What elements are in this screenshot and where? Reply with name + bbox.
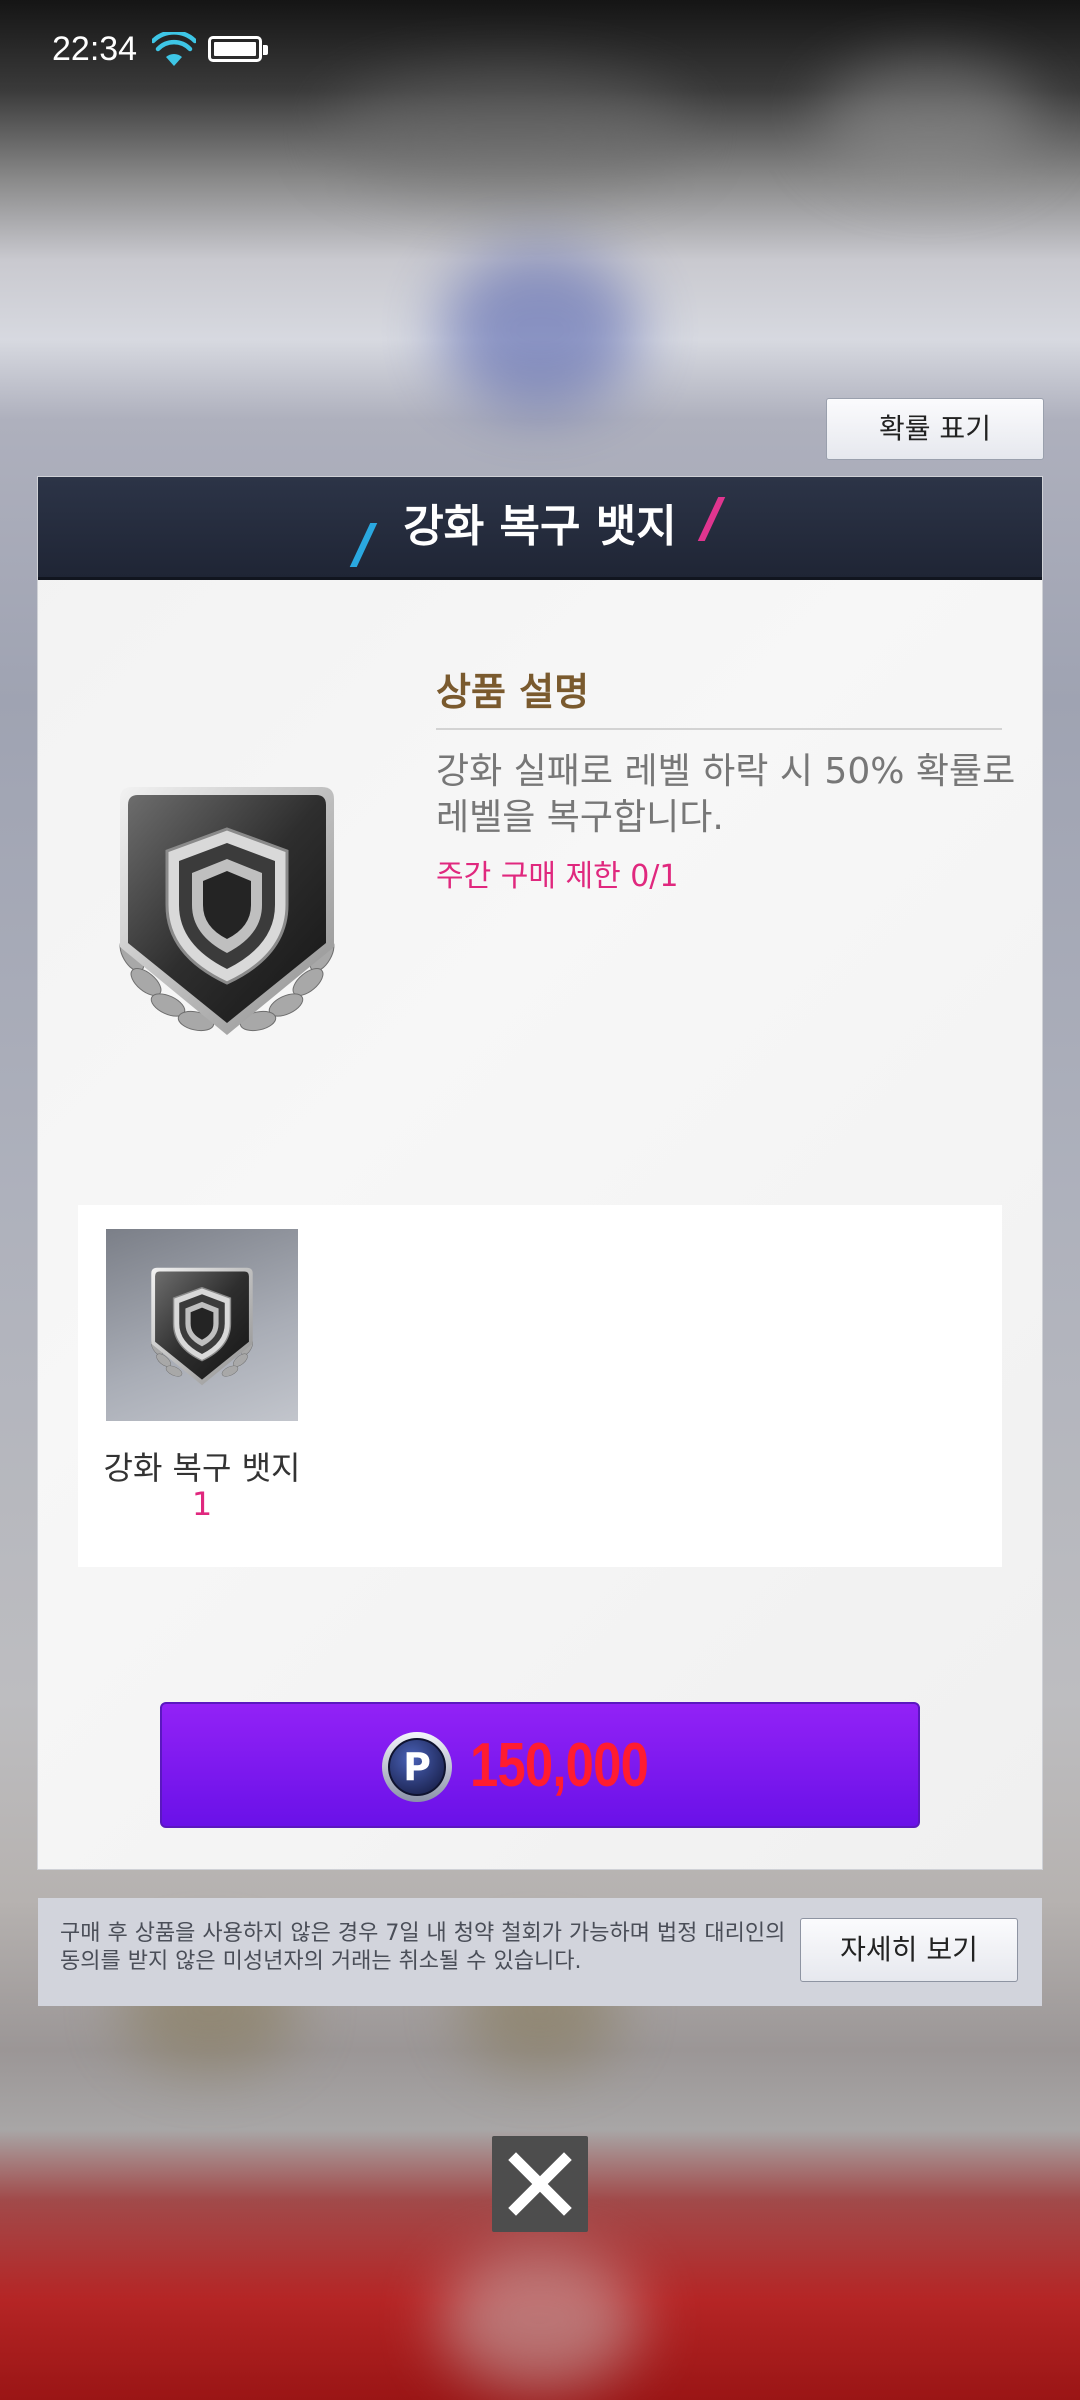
wifi-icon xyxy=(152,32,196,66)
description-heading: 상품 설명 xyxy=(436,670,590,714)
notice-text: 구매 후 상품을 사용하지 않은 경우 7일 내 청약 철회가 가능하며 법정 … xyxy=(60,1921,786,1974)
view-details-button[interactable]: 자세히 보기 xyxy=(800,1918,1018,1982)
description-text: 강화 실패로 레벨 하락 시 50% 확률로 레벨을 복구합니다. xyxy=(436,751,1016,838)
item-count: 1 xyxy=(191,1485,213,1523)
item-thumbnail[interactable] xyxy=(106,1229,298,1421)
shield-badge-icon xyxy=(119,787,335,1035)
close-button[interactable] xyxy=(492,2136,588,2232)
background-blur xyxy=(440,250,640,410)
status-bar: 22:34 xyxy=(0,0,1080,100)
shield-badge-icon xyxy=(151,1267,253,1386)
item-name: 강화 복구 뱃지 xyxy=(103,1449,301,1487)
battery-icon xyxy=(208,36,268,62)
status-time: 22:34 xyxy=(52,30,138,68)
close-icon xyxy=(508,2152,572,2216)
p-coin-icon: P xyxy=(382,1732,452,1802)
dialog-title: 강화 복구 뱃지 xyxy=(403,501,677,552)
purchase-notice: 구매 후 상품을 사용하지 않은 경우 7일 내 청약 철회가 가능하며 법정 … xyxy=(38,1898,1042,2006)
buy-price: 150,000 xyxy=(470,1731,649,1800)
buy-button[interactable]: P 150,000 xyxy=(160,1702,920,1828)
weekly-purchase-limit: 주간 구매 제한 0/1 xyxy=(436,859,679,894)
purchase-dialog: 강화 복구 뱃지 상품 설명 강화 실패로 레벨 하락 시 50% 확률로 레벨… xyxy=(38,477,1042,1869)
description-divider xyxy=(436,728,1002,730)
background-blur xyxy=(440,2250,640,2390)
dialog-header: 강화 복구 뱃지 xyxy=(38,477,1042,580)
item-list-panel: 강화 복구 뱃지 1 xyxy=(78,1205,1002,1567)
svg-text:P: P xyxy=(403,1745,431,1789)
probability-display-button[interactable]: 확률 표기 xyxy=(826,398,1044,460)
